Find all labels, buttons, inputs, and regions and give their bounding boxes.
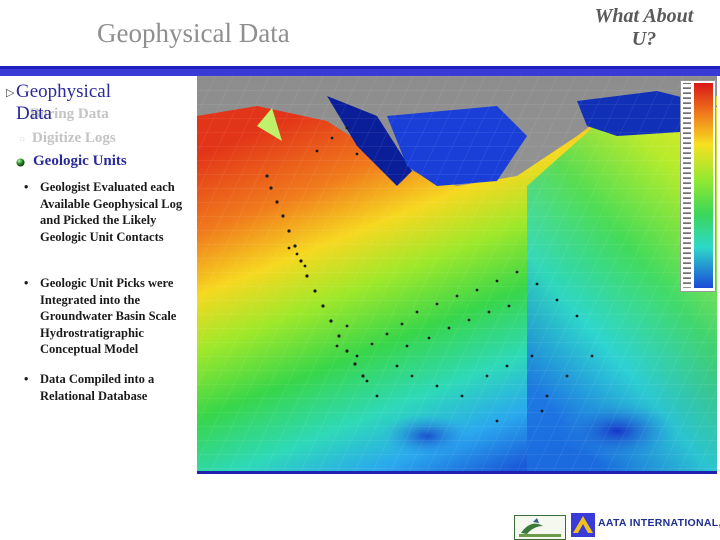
triangle-arrow-icon: ▷: [6, 87, 15, 99]
hollow-bullet-icon: ○: [19, 134, 26, 145]
aata-logo-text: AATA INTERNATIONAL, INC.: [598, 517, 720, 529]
what-about-line1: What About: [594, 5, 694, 27]
what-about-heading: What About U?: [588, 5, 700, 51]
bullet-point-3: • Data Compiled into a Relational Databas…: [24, 372, 155, 403]
bullet-point-3-text: Data Compiled into a Relational Database: [40, 372, 155, 403]
basin-surface-image: [197, 76, 717, 471]
bullet-point-2-text: Geologic Unit Picks were Integrated into…: [40, 276, 177, 356]
bullet-point-2: • Geologic Unit Picks were Integrated int…: [24, 276, 177, 356]
page-title: Geophysical Data: [97, 18, 290, 48]
nav-faded-item-digitize: Digitize Logs: [32, 130, 116, 146]
nav-current-geologic-units: Geologic Units: [33, 153, 127, 169]
what-about-line2: U?: [631, 28, 657, 50]
bullet-point-1-text: Geologist Evaluated each Available Geoph…: [40, 180, 183, 244]
bullet-point-1: • Geologist Evaluated each Available Geop…: [24, 180, 183, 244]
image-bottom-border: [197, 471, 717, 474]
partner-logo: [514, 515, 566, 540]
nav-main-line1: Geophysical: [16, 81, 111, 102]
aata-logo-icon: [571, 513, 595, 537]
shaded-sphere-icon: [16, 158, 25, 167]
header-divider-bar: [0, 66, 720, 76]
nav-main-line2: Data: [16, 103, 52, 124]
elevation-color-legend: [680, 80, 716, 292]
